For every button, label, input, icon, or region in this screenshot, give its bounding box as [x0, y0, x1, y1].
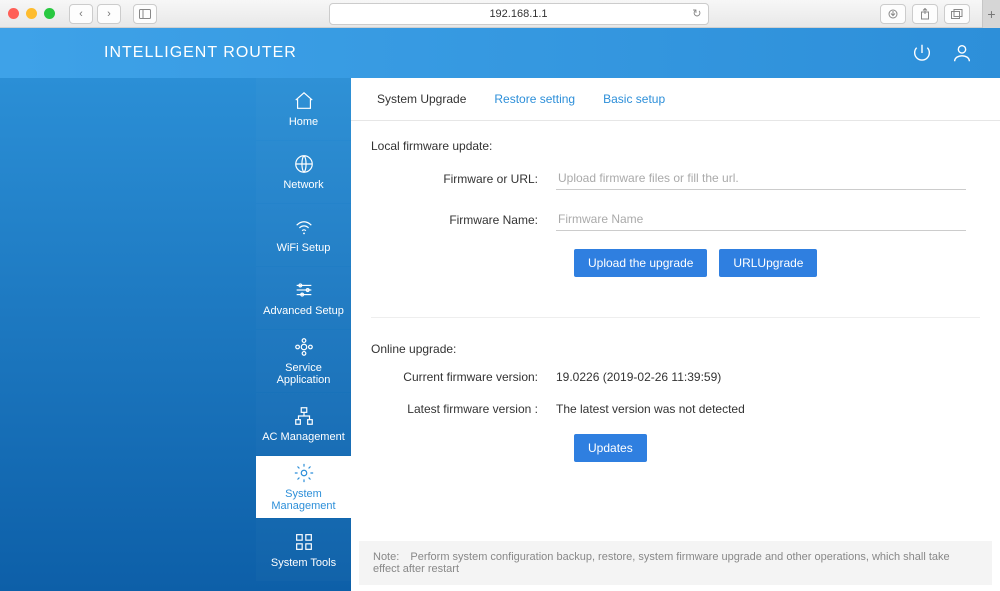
sidebar-item-system-tools[interactable]: System Tools [256, 519, 351, 581]
sidebar-item-label: Advanced Setup [261, 305, 346, 317]
app-body: Home Network WiFi Setup Advanced Setup S… [0, 78, 1000, 591]
sidebar-item-label: AC Management [260, 431, 347, 443]
note-bar: Note: Perform system configuration backu… [359, 541, 992, 585]
main-panel: System Upgrade Restore setting Basic set… [351, 78, 1000, 591]
sidebar-item-ac[interactable]: AC Management [256, 393, 351, 455]
value-current-version: 19.0226 (2019-02-26 11:39:59) [556, 370, 980, 384]
input-firmware-url[interactable] [556, 167, 966, 190]
tab-basic-setup[interactable]: Basic setup [589, 78, 679, 120]
divider [371, 317, 980, 318]
online-buttons: Updates [574, 434, 980, 462]
row-firmware-url: Firmware or URL: [371, 167, 980, 190]
sidebar-item-label: System Tools [269, 557, 338, 569]
tabs-button[interactable] [944, 4, 970, 24]
row-latest-version: Latest firmware version : The latest ver… [371, 402, 980, 416]
input-firmware-name[interactable] [556, 208, 966, 231]
label-firmware-name: Firmware Name: [371, 213, 556, 227]
close-window-icon[interactable] [8, 8, 19, 19]
app-header: INTELLIGENT ROUTER [0, 28, 1000, 78]
sidebar-item-label: WiFi Setup [275, 242, 333, 254]
user-button[interactable] [948, 39, 976, 67]
upload-upgrade-button[interactable]: Upload the upgrade [574, 249, 707, 277]
url-upgrade-button[interactable]: URLUpgrade [719, 249, 817, 277]
download-button[interactable] [880, 4, 906, 24]
sidebar-item-home[interactable]: Home [256, 78, 351, 140]
power-button[interactable] [908, 39, 936, 67]
new-tab-button[interactable]: + [982, 0, 1000, 28]
toolbar-right [880, 4, 970, 24]
forward-button[interactable]: › [97, 4, 121, 24]
online-upgrade-title: Online upgrade: [371, 342, 980, 356]
left-gutter [0, 78, 128, 591]
tabs: System Upgrade Restore setting Basic set… [351, 78, 1000, 121]
sidebar-toggle-button[interactable] [133, 4, 157, 24]
local-update-title: Local firmware update: [371, 139, 980, 153]
label-firmware-url: Firmware or URL: [371, 172, 556, 186]
window-controls [8, 8, 55, 19]
maximize-window-icon[interactable] [44, 8, 55, 19]
address-bar-wrap: 192.168.1.1 ↻ [165, 3, 872, 25]
sidebar-item-service[interactable]: Service Application [256, 330, 351, 392]
minimize-window-icon[interactable] [26, 8, 37, 19]
sidebar-item-wifi[interactable]: WiFi Setup [256, 204, 351, 266]
back-button[interactable]: ‹ [69, 4, 93, 24]
refresh-icon[interactable]: ↻ [692, 7, 701, 20]
content: Local firmware update: Firmware or URL: … [351, 121, 1000, 560]
value-latest-version: The latest version was not detected [556, 402, 980, 416]
sidebar-item-label: Network [281, 179, 325, 191]
sidebar-item-system-management[interactable]: System Management [256, 456, 351, 518]
address-bar-text: 192.168.1.1 [489, 8, 547, 20]
row-firmware-name: Firmware Name: [371, 208, 980, 231]
row-current-version: Current firmware version: 19.0226 (2019-… [371, 370, 980, 384]
sidebar-item-label: Service Application [256, 362, 351, 386]
updates-button[interactable]: Updates [574, 434, 647, 462]
local-buttons: Upload the upgrade URLUpgrade [574, 249, 980, 277]
address-bar[interactable]: 192.168.1.1 ↻ [329, 3, 709, 25]
sidebar-item-label: System Management [256, 488, 351, 512]
nav-buttons: ‹ › [69, 4, 121, 24]
sidebar-item-label: Home [287, 116, 320, 128]
label-current-version: Current firmware version: [371, 370, 556, 384]
note-prefix: Note: [373, 551, 399, 563]
sidebar-item-advanced[interactable]: Advanced Setup [256, 267, 351, 329]
brand-title: INTELLIGENT ROUTER [104, 44, 297, 62]
tab-restore-setting[interactable]: Restore setting [480, 78, 589, 120]
note-text: Perform system configuration backup, res… [373, 551, 950, 575]
sidebar: Home Network WiFi Setup Advanced Setup S… [256, 78, 351, 591]
tab-system-upgrade[interactable]: System Upgrade [363, 78, 480, 120]
label-latest-version: Latest firmware version : [371, 402, 556, 416]
share-button[interactable] [912, 4, 938, 24]
sidebar-item-network[interactable]: Network [256, 141, 351, 203]
browser-chrome: ‹ › 192.168.1.1 ↻ + [0, 0, 1000, 28]
